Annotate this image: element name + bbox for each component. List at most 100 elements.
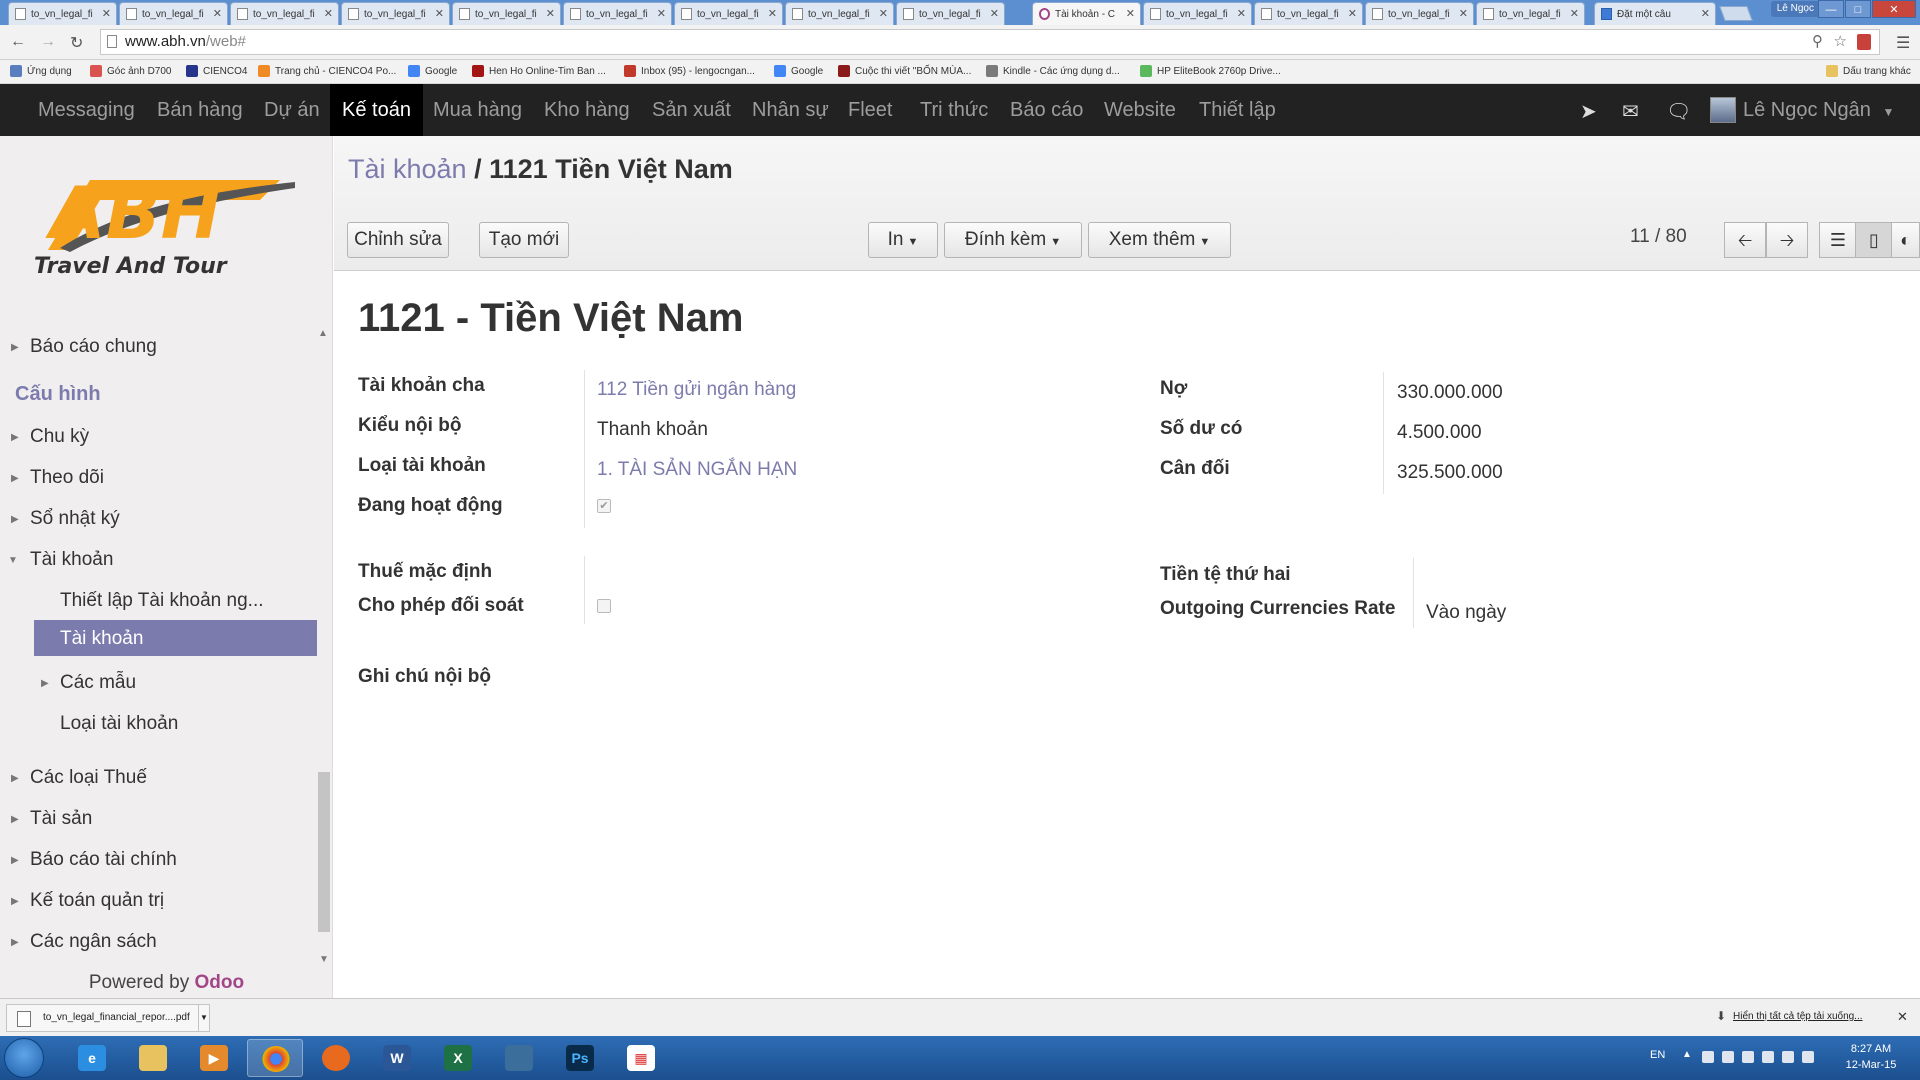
- top-menu-item[interactable]: Kho hàng: [532, 84, 642, 136]
- top-menu-item[interactable]: Sản xuất: [640, 84, 743, 136]
- show-all-downloads-link[interactable]: Hiển thị tất cả tệp tải xuống...: [1733, 1011, 1863, 1022]
- reconcile-checkbox[interactable]: [597, 599, 611, 613]
- download-options-icon[interactable]: ▼: [198, 1004, 210, 1032]
- mail-icon[interactable]: ✉: [1622, 99, 1639, 124]
- close-window-icon[interactable]: ✕: [1872, 0, 1916, 18]
- sidebar-item-tai-san[interactable]: Tài sản: [30, 808, 92, 830]
- zoom-search-icon[interactable]: ⚲: [1812, 30, 1823, 54]
- taskbar-excel[interactable]: X: [430, 1039, 486, 1077]
- top-menu-item[interactable]: Nhân sự: [740, 84, 841, 136]
- new-tab-button[interactable]: [1719, 6, 1753, 21]
- outgoing-rate-value[interactable]: Vào ngày: [1426, 602, 1506, 624]
- sidebar-item-cac-ngan-sach[interactable]: Các ngân sách: [30, 931, 157, 953]
- attach-dropdown[interactable]: Đính kèm ▼: [944, 222, 1082, 258]
- browser-tab[interactable]: to_vn_legal_fi ✕: [119, 2, 228, 25]
- top-menu-item[interactable]: Kế toán: [330, 84, 423, 136]
- close-download-bar-icon[interactable]: ✕: [1897, 1009, 1908, 1025]
- browser-tab[interactable]: to_vn_legal_fi ✕: [341, 2, 450, 25]
- taskbar-media-player[interactable]: ▶: [186, 1039, 242, 1077]
- close-tab-icon[interactable]: ✕: [324, 7, 333, 20]
- show-hidden-icons-icon[interactable]: ▲: [1682, 1049, 1692, 1060]
- taskbar-explorer[interactable]: [125, 1039, 181, 1077]
- create-button[interactable]: Tạo mới: [479, 222, 569, 258]
- close-tab-icon[interactable]: ✕: [879, 7, 888, 20]
- extension-icon[interactable]: [1857, 34, 1871, 50]
- breadcrumb-link[interactable]: Tài khoản: [348, 154, 467, 184]
- bookmark-item[interactable]: Kindle - Các ứng dụng d...: [986, 65, 1120, 77]
- bookmark-item[interactable]: Trang chủ - CIENCO4 Po...: [258, 65, 396, 77]
- browser-tab[interactable]: to_vn_legal_fi ✕: [674, 2, 783, 25]
- account-type-link[interactable]: 1. TÀI SẢN NGẮN HẠN: [597, 459, 797, 481]
- browser-tab[interactable]: to_vn_legal_fi ✕: [8, 2, 117, 25]
- bookmark-item[interactable]: Cuộc thi viết "BỐN MÙA...: [838, 65, 971, 77]
- top-menu-item[interactable]: Fleet: [836, 84, 904, 136]
- sidebar-item-thiet-lap-tai-khoan[interactable]: Thiết lập Tài khoản ng...: [60, 590, 264, 612]
- taskbar-chrome[interactable]: [247, 1039, 303, 1077]
- bookmark-item[interactable]: Hen Ho Online-Tim Ban ...: [472, 65, 606, 77]
- browser-tab[interactable]: to_vn_legal_fi ✕: [563, 2, 672, 25]
- download-item[interactable]: to_vn_legal_financial_repor....pdf ▼: [6, 1004, 210, 1032]
- language-indicator[interactable]: EN: [1650, 1049, 1665, 1061]
- parent-account-link[interactable]: 112 Tiền gửi ngân hàng: [597, 379, 796, 401]
- close-tab-icon[interactable]: ✕: [1237, 7, 1246, 20]
- sidebar-item-ke-toan-quan-tri[interactable]: Kế toán quản trị: [30, 890, 164, 912]
- tray-power-icon[interactable]: [1762, 1051, 1774, 1063]
- close-tab-icon[interactable]: ✕: [1126, 7, 1135, 20]
- maximize-icon[interactable]: □: [1845, 0, 1871, 18]
- close-tab-icon[interactable]: ✕: [1701, 7, 1710, 20]
- back-arrow-icon[interactable]: ←: [10, 33, 26, 51]
- user-menu[interactable]: Lê Ngọc Ngân ▼: [1743, 84, 1894, 136]
- close-tab-icon[interactable]: ✕: [435, 7, 444, 20]
- top-menu-item[interactable]: Thiết lập: [1187, 84, 1288, 136]
- sidebar-item-bao-cao-tai-chinh[interactable]: Báo cáo tài chính: [30, 849, 177, 871]
- top-menu-item[interactable]: Messaging: [26, 84, 147, 136]
- sidebar-item-cac-mau[interactable]: Các mẫu: [60, 672, 136, 694]
- clock-date[interactable]: 12-Mar-15: [1841, 1059, 1901, 1071]
- browser-tab[interactable]: Tài khoản - C ✕: [1032, 2, 1141, 25]
- taskbar-word[interactable]: W: [369, 1039, 425, 1077]
- taskbar-grid-app[interactable]: ▦: [613, 1039, 669, 1077]
- sidebar-item-so-nhat-ky[interactable]: Sổ nhật ký: [30, 508, 120, 530]
- minimize-icon[interactable]: —: [1818, 0, 1844, 18]
- bookmark-item[interactable]: Ứng dụng: [10, 65, 72, 77]
- form-view-icon[interactable]: ▯: [1855, 222, 1893, 258]
- sidebar-item-bao-cao-chung[interactable]: Báo cáo chung: [30, 336, 157, 358]
- browser-profile-button[interactable]: Lê Ngọc: [1770, 1, 1820, 17]
- scroll-up-icon[interactable]: ▲: [318, 328, 328, 339]
- browser-tab[interactable]: Đặt một câu ✕: [1594, 2, 1716, 25]
- browser-tab[interactable]: to_vn_legal_fi ✕: [896, 2, 1005, 25]
- sidebar-item-tai-khoan[interactable]: Tài khoản: [30, 549, 113, 571]
- browser-tab[interactable]: to_vn_legal_fi ✕: [1143, 2, 1252, 25]
- sidebar-item-loai-tai-khoan[interactable]: Loại tài khoản: [60, 713, 178, 735]
- odoo-brand-link[interactable]: Odoo: [195, 972, 245, 993]
- active-checkbox[interactable]: ✔: [597, 499, 611, 513]
- taskbar-firefox[interactable]: [308, 1039, 364, 1077]
- bookmark-item[interactable]: CIENCO4: [186, 65, 247, 77]
- close-tab-icon[interactable]: ✕: [102, 7, 111, 20]
- tray-network-icon[interactable]: [1782, 1051, 1794, 1063]
- sidebar-item-chu-ky[interactable]: Chu kỳ: [30, 426, 89, 448]
- close-tab-icon[interactable]: ✕: [1348, 7, 1357, 20]
- taskbar-app-window[interactable]: [491, 1039, 547, 1077]
- bookmark-item[interactable]: Google: [408, 65, 457, 77]
- forward-arrow-icon[interactable]: →: [40, 33, 56, 51]
- reload-icon[interactable]: ↻: [70, 33, 83, 53]
- browser-tab[interactable]: to_vn_legal_fi ✕: [452, 2, 561, 25]
- close-tab-icon[interactable]: ✕: [1459, 7, 1468, 20]
- scroll-down-icon[interactable]: ▼: [319, 954, 329, 965]
- close-tab-icon[interactable]: ✕: [546, 7, 555, 20]
- url-input[interactable]: www.abh.vn/web# ⚲ ☆: [100, 29, 1880, 55]
- tray-flag-icon[interactable]: [1702, 1051, 1714, 1063]
- taskbar-photoshop[interactable]: Ps: [552, 1039, 608, 1077]
- sidebar-item-theo-doi[interactable]: Theo dõi: [30, 467, 104, 489]
- taskbar-internet-explorer[interactable]: e: [64, 1039, 120, 1077]
- top-menu-item[interactable]: Mua hàng: [421, 84, 534, 136]
- close-tab-icon[interactable]: ✕: [768, 7, 777, 20]
- list-view-icon[interactable]: ☰: [1819, 222, 1857, 258]
- browser-tab[interactable]: to_vn_legal_fi ✕: [1254, 2, 1363, 25]
- sidebar-scrollbar[interactable]: [318, 772, 330, 932]
- chrome-menu-icon[interactable]: ☰: [1896, 33, 1910, 53]
- bookmark-item[interactable]: Google: [774, 65, 823, 77]
- clock-time[interactable]: 8:27 AM: [1841, 1043, 1901, 1055]
- other-bookmarks[interactable]: Dấu trang khác: [1826, 65, 1911, 77]
